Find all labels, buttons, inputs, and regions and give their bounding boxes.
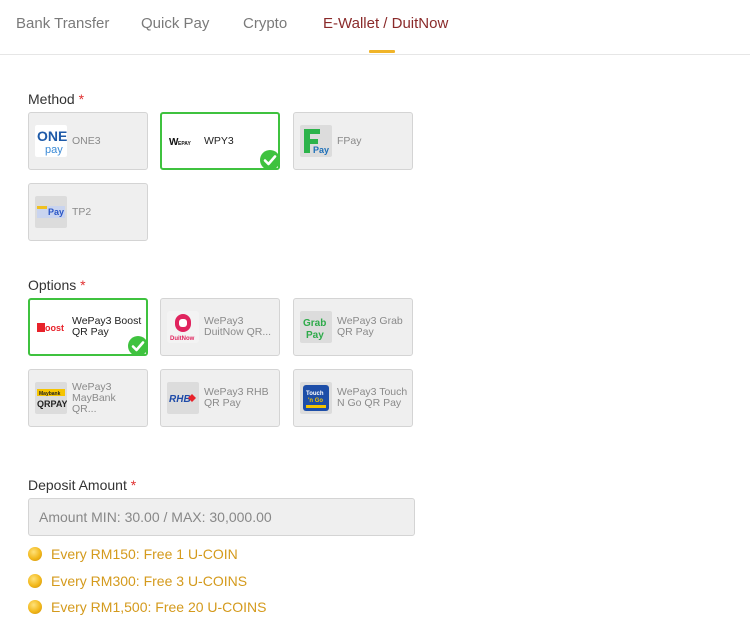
payment-tabs: Bank Transfer Quick Pay Crypto E-Wallet …	[0, 0, 750, 55]
method-label-text: Method	[28, 91, 75, 107]
method-card-fpay[interactable]: Pay FPay	[293, 112, 413, 170]
coin-icon	[28, 547, 42, 561]
tab-quick-pay[interactable]: Quick Pay	[141, 15, 209, 32]
promo-item: Every RM300: Free 3 U-COINS	[28, 573, 247, 589]
option-card-rhb[interactable]: RHB WePay3 RHB QR Pay	[160, 369, 280, 427]
promo-item: Every RM150: Free 1 U-COIN	[28, 546, 238, 562]
option-card-label: WePay3 DuitNow QR...	[204, 315, 272, 338]
svg-text:Grab: Grab	[303, 318, 326, 329]
method-required-mark: *	[78, 91, 85, 107]
svg-text:EPAY: EPAY	[178, 141, 191, 147]
deposit-amount-label: Deposit Amount *	[28, 477, 136, 493]
option-card-label: WePay3 Grab QR Pay	[337, 315, 403, 338]
svg-text:'n Go: 'n Go	[308, 398, 323, 404]
wepay-logo-icon: W EPAY	[167, 125, 199, 157]
tab-bank-transfer[interactable]: Bank Transfer	[16, 15, 109, 32]
options-required-mark: *	[80, 277, 86, 293]
option-card-grabpay[interactable]: Grab Pay WePay3 Grab QR Pay	[293, 298, 413, 356]
deposit-amount-input[interactable]	[28, 498, 415, 536]
option-card-label: WePay3 MayBank QR...	[72, 380, 116, 415]
method-label: Method *	[28, 91, 84, 107]
selected-check-icon	[128, 336, 148, 356]
svg-text:Touch: Touch	[306, 391, 324, 397]
selected-check-icon	[260, 150, 280, 170]
option-card-maybank[interactable]: Maybank QRPAY WePay3 MayBank QR...	[28, 369, 148, 427]
coin-icon	[28, 600, 42, 614]
svg-text:DuitNow: DuitNow	[170, 336, 195, 342]
promo-text: Every RM1,500: Free 20 U-COINS	[51, 599, 267, 615]
deposit-amount-label-text: Deposit Amount	[28, 477, 127, 493]
options-label-text: Options	[28, 277, 77, 293]
options-label: Options *	[28, 277, 86, 293]
svg-text:oost: oost	[45, 323, 64, 333]
promo-text: Every RM300: Free 3 U-COINS	[51, 573, 248, 589]
option-card-label: WePay3 RHB QR Pay	[204, 386, 269, 409]
svg-text:Pay: Pay	[48, 207, 64, 217]
option-card-label: WePay3 Touch N Go QR Pay	[337, 386, 408, 409]
method-card-tp2[interactable]: Pay TP2	[28, 183, 148, 241]
promo-item: Every RM1,500: Free 20 U-COINS	[28, 599, 267, 615]
deposit-required-mark: *	[130, 477, 137, 493]
svg-text:pay: pay	[45, 144, 63, 156]
coin-icon	[28, 574, 42, 588]
method-card-label: TP2	[72, 205, 92, 218]
maybank-qrpay-logo-icon: Maybank QRPAY	[35, 382, 67, 414]
method-card-wpy3[interactable]: W EPAY WPY3	[160, 112, 280, 170]
fpay-logo-icon: Pay	[300, 125, 332, 157]
grabpay-logo-icon: Grab Pay	[300, 311, 332, 343]
method-card-label: ONE3	[72, 134, 101, 147]
duitnow-logo-icon: DuitNow	[167, 311, 199, 343]
svg-text:Pay: Pay	[306, 330, 324, 341]
svg-text:Maybank: Maybank	[39, 391, 61, 397]
option-card-duitnow[interactable]: DuitNow WePay3 DuitNow QR...	[160, 298, 280, 356]
svg-text:Pay: Pay	[313, 145, 329, 155]
method-card-label: FPay	[337, 134, 362, 147]
touchngo-logo-icon: Touch 'n Go	[300, 382, 332, 414]
tab-crypto[interactable]: Crypto	[243, 15, 287, 32]
svg-text:QRPAY: QRPAY	[37, 399, 67, 409]
promo-text: Every RM150: Free 1 U-COIN	[51, 546, 238, 562]
svg-text:RHB: RHB	[169, 394, 191, 405]
option-card-boost[interactable]: oost WePay3 Boost QR Pay	[28, 298, 148, 356]
boost-logo-icon: oost	[35, 311, 67, 343]
tp2-logo-icon: Pay	[35, 196, 67, 228]
rhb-logo-icon: RHB	[167, 382, 199, 414]
active-tab-indicator	[369, 50, 395, 53]
option-card-touchngo[interactable]: Touch 'n Go WePay3 Touch N Go QR Pay	[293, 369, 413, 427]
method-card-one3[interactable]: ONE pay ONE3	[28, 112, 148, 170]
tab-ewallet-duitnow[interactable]: E-Wallet / DuitNow	[323, 15, 448, 32]
onepay-logo-text: ONE	[37, 128, 67, 144]
onepay-logo-icon: ONE pay	[35, 125, 67, 157]
